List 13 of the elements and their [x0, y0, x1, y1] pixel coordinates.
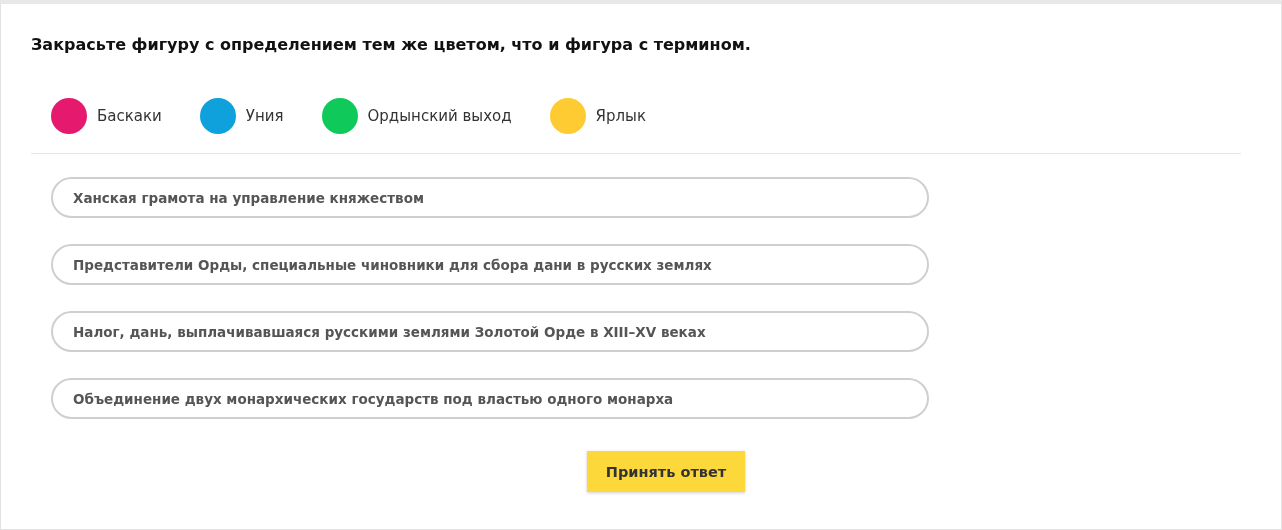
- term-label: Ярлык: [595, 107, 646, 125]
- task-instruction: Закрасьте фигуру с определением тем же цветом, что и фигура с термином.: [31, 34, 752, 56]
- definition-shape[interactable]: Ханская грамота на управление княжеством: [51, 177, 929, 218]
- term-shape[interactable]: [51, 98, 87, 134]
- term-shape[interactable]: [199, 98, 236, 134]
- term-shape[interactable]: [321, 98, 358, 134]
- term-label: Баскаки: [97, 107, 162, 125]
- definition-shape[interactable]: Налог, дань, выплачивавшаяся русскими землями Золотой Орде в XIII–XV веках: [51, 311, 929, 352]
- definition-shape[interactable]: Представители Орды, специальные чиновники для сбора дани в русских землях: [51, 244, 929, 285]
- submit-button[interactable]: Принять ответ: [586, 451, 746, 492]
- definition-shape[interactable]: Объединение двух монархических государств под властью одного монарха: [51, 378, 929, 419]
- term-label: Ордынский выход: [367, 107, 512, 125]
- term-label: Уния: [245, 107, 284, 125]
